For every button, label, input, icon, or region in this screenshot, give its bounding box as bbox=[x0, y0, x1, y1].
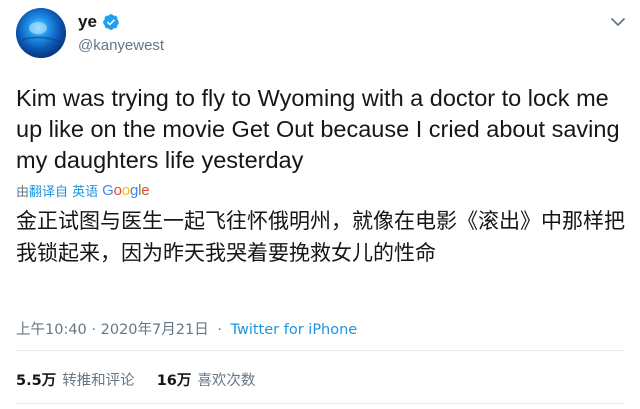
author-name-row: ye bbox=[78, 12, 120, 32]
likes-count: 16万 bbox=[156, 373, 192, 389]
author-display-name[interactable]: ye bbox=[78, 12, 97, 32]
translate-prefix: 由 bbox=[16, 185, 30, 200]
author-handle[interactable]: @kanyewest bbox=[78, 37, 164, 54]
translated-text: 金正试图与医生一起飞往怀俄明州，就像在电影《滚出》中那样把我锁起来，因为昨天我哭… bbox=[16, 209, 625, 265]
tweet-source-link[interactable]: Twitter for iPhone bbox=[231, 322, 358, 338]
avatar[interactable] bbox=[16, 8, 66, 58]
tweet-stats: 5.5万 转推和评论 16万 喜欢次数 bbox=[16, 369, 277, 390]
verified-badge-icon bbox=[103, 14, 119, 30]
tweet-timestamp[interactable]: 上午10:40 · 2020年7月21日 bbox=[16, 322, 209, 338]
translation-attribution: 由 翻译自 英语 Google bbox=[16, 181, 150, 200]
meta-separator: · bbox=[217, 322, 222, 338]
likes-stat[interactable]: 16万 喜欢次数 bbox=[157, 369, 256, 390]
retweets-stat[interactable]: 5.5万 转推和评论 bbox=[16, 369, 135, 390]
likes-label: 喜欢次数 bbox=[197, 373, 256, 389]
tweet-text: Kim was trying to fly to Wyoming with a … bbox=[16, 85, 620, 173]
tweet-card: ye @kanyewest Kim was trying to fly to W… bbox=[0, 0, 640, 409]
retweets-label: 转推和评论 bbox=[62, 373, 135, 389]
google-logo: Google bbox=[102, 182, 150, 199]
divider bbox=[16, 403, 624, 404]
avatar-image bbox=[16, 8, 66, 58]
translate-link[interactable]: 翻译自 英语 bbox=[29, 181, 98, 200]
retweets-count: 5.5万 bbox=[16, 373, 57, 389]
divider bbox=[16, 350, 624, 351]
chevron-down-icon[interactable] bbox=[610, 16, 626, 28]
tweet-meta: 上午10:40 · 2020年7月21日 · Twitter for iPhon… bbox=[16, 318, 357, 339]
